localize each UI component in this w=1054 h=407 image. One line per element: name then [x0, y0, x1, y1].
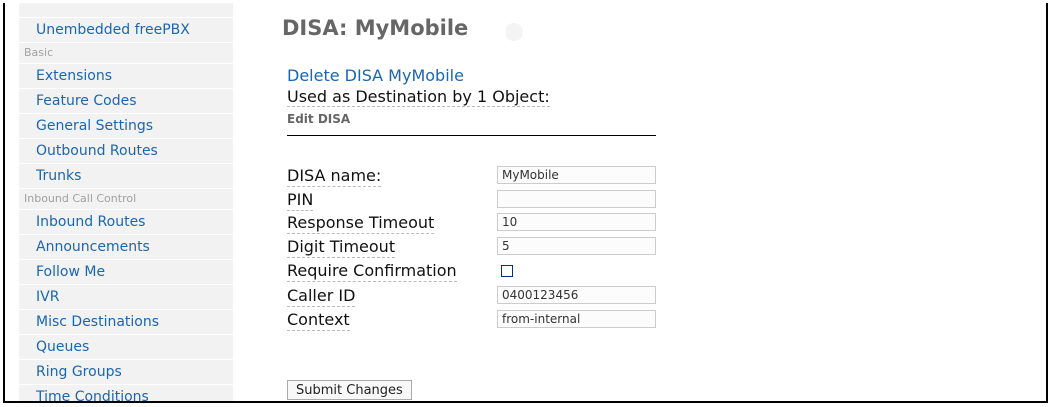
form-row-response-timeout: Response Timeout [287, 213, 667, 234]
form-row-disa-name: DISA name: [287, 166, 667, 187]
disa-name-input[interactable] [497, 166, 656, 184]
form-row-pin: PIN [287, 190, 667, 211]
sidebar-section-basic: Basic [19, 43, 233, 64]
caller-id-label[interactable]: Caller ID [287, 286, 356, 307]
sidebar-item-general-settings[interactable]: General Settings [19, 114, 233, 139]
context-input[interactable] [497, 310, 656, 328]
used-as-destination-link[interactable]: Used as Destination by 1 Object: [287, 87, 550, 107]
form-row-caller-id: Caller ID [287, 286, 667, 307]
response-timeout-label[interactable]: Response Timeout [287, 213, 435, 234]
require-confirmation-label[interactable]: Require Confirmation [287, 261, 457, 282]
sidebar-item-announcements[interactable]: Announcements [19, 235, 233, 260]
caller-id-input[interactable] [497, 286, 656, 304]
sidebar-top-clipped [19, 3, 233, 18]
disa-name-label[interactable]: DISA name: [287, 166, 382, 187]
form-row-require-confirmation: Require Confirmation [287, 261, 667, 282]
sidebar-item-queues[interactable]: Queues [19, 335, 233, 360]
sidebar-section-inbound-call-control: Inbound Call Control [19, 189, 233, 210]
app-frame: Unembedded freePBX Basic Extensions Feature… [3, 3, 1048, 403]
section-header: Edit DISA [287, 108, 656, 136]
sidebar-item-inbound-routes[interactable]: Inbound Routes [19, 210, 233, 235]
pin-label[interactable]: PIN [287, 190, 314, 211]
sidebar-item-trunks[interactable]: Trunks [19, 164, 233, 189]
section-header-label: Edit DISA [287, 112, 351, 126]
digit-timeout-label[interactable]: Digit Timeout [287, 237, 396, 258]
page-title: DISA: MyMobile [282, 16, 469, 40]
sidebar-item-misc-destinations[interactable]: Misc Destinations [19, 310, 233, 335]
sidebar-item-ivr[interactable]: IVR [19, 285, 233, 310]
sidebar-item-extensions[interactable]: Extensions [19, 64, 233, 89]
sidebar-item-time-conditions[interactable]: Time Conditions [19, 385, 233, 401]
submit-changes-button[interactable]: Submit Changes [287, 380, 412, 400]
sidebar-item-outbound-routes[interactable]: Outbound Routes [19, 139, 233, 164]
delete-disa-link[interactable]: Delete DISA MyMobile [287, 66, 464, 85]
require-confirmation-checkbox[interactable] [501, 265, 513, 277]
sidebar-item-feature-codes[interactable]: Feature Codes [19, 89, 233, 114]
sidebar-item-follow-me[interactable]: Follow Me [19, 260, 233, 285]
digit-timeout-input[interactable] [497, 237, 656, 255]
main-content: DISA: MyMobile Delete DISA MyMobile Used… [276, 3, 1036, 401]
sidebar-item-unembedded-freepbx[interactable]: Unembedded freePBX [19, 18, 233, 43]
sidebar-item-ring-groups[interactable]: Ring Groups [19, 360, 233, 385]
form-row-digit-timeout: Digit Timeout [287, 237, 667, 258]
context-label[interactable]: Context [287, 310, 350, 331]
help-icon [505, 23, 523, 41]
response-timeout-input[interactable] [497, 213, 656, 231]
sidebar-nav: Unembedded freePBX Basic Extensions Feature… [19, 3, 233, 401]
pin-input[interactable] [497, 190, 656, 208]
form-row-context: Context [287, 310, 667, 331]
